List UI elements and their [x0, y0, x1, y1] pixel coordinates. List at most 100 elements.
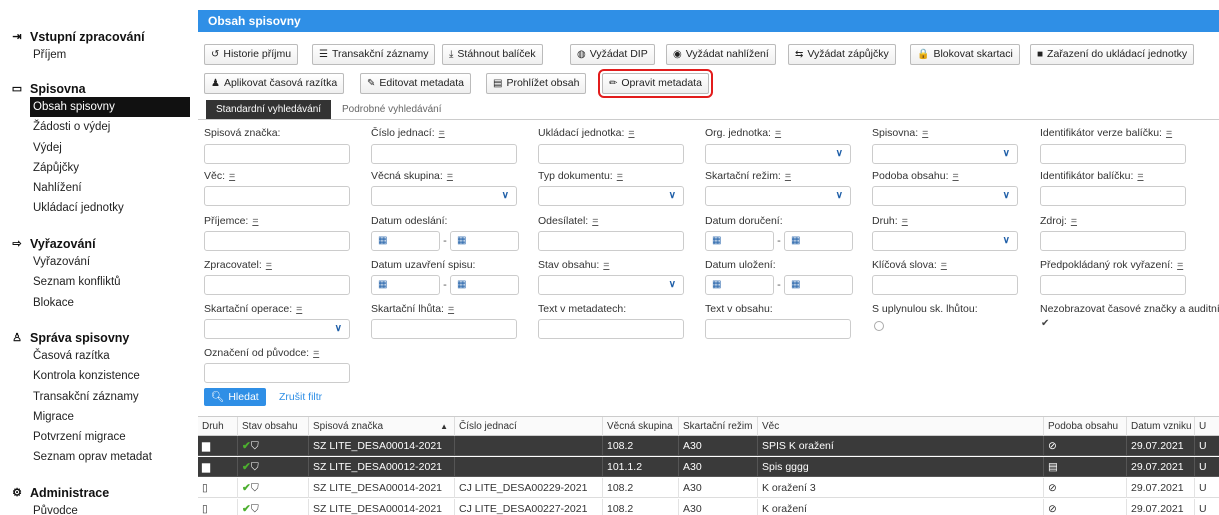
col-podoba-obsahu[interactable]: Podoba obsahu — [1044, 417, 1127, 437]
apply-timestamps-button[interactable]: ♟ Aplikovat časová razítka — [204, 73, 345, 94]
id-balicku-input[interactable] — [1040, 186, 1186, 206]
datum-doruceni-from[interactable]: ▦ — [705, 231, 774, 251]
table-row[interactable]: ▆ ✔⛉ SZ LITE_DESA00012-2021 101.1.2 A30 … — [198, 457, 1219, 477]
sidebar-item-seznam-oprav-metadat[interactable]: Seznam oprav metadat — [0, 447, 190, 467]
zdroj-input[interactable] — [1040, 231, 1186, 251]
chevron-down-icon: ∨ — [1002, 190, 1010, 201]
sidebar-item-kontrola-konzistence[interactable]: Kontrola konzistence — [0, 366, 190, 386]
col-cislo-jednaci[interactable]: Číslo jednací — [455, 417, 603, 437]
sidebar-item-blokace[interactable]: Blokace — [0, 293, 190, 313]
col-skartacni-rezim[interactable]: Skartační režim — [679, 417, 758, 437]
klicova-slova-input[interactable] — [872, 275, 1018, 295]
request-loans-button[interactable]: ⇆ Vyžádat zápůjčky — [788, 44, 896, 65]
sidebar-item-puvodce[interactable]: Původce — [0, 501, 190, 515]
sidebar-item-vydej[interactable]: Výdej — [0, 138, 190, 158]
cell-skartacni-rezim: A30 — [679, 436, 758, 456]
podoba-obsahu-select[interactable]: ∨ — [872, 186, 1018, 206]
paper-document-icon: ▤ — [1044, 457, 1127, 477]
odesilatel-input[interactable] — [538, 231, 684, 251]
datum-ulozeni-from[interactable]: ▦ — [705, 275, 774, 295]
table-row[interactable]: ▆ ✔⛉ SZ LITE_DESA00014-2021 108.2 A30 SP… — [198, 436, 1219, 456]
sidebar-item-zapujcky[interactable]: Zápůjčky — [0, 158, 190, 178]
assign-storage-unit-button[interactable]: ■ Zařazení do ukládací jednotky — [1030, 44, 1195, 65]
label-cislo-jednaci: Číslo jednací: = — [371, 127, 445, 139]
sidebar-item-casova-razitka[interactable]: Časová razítka — [0, 346, 190, 366]
col-spisova-znacka[interactable]: Spisová značka ▲ — [309, 417, 455, 437]
tab-standard-search[interactable]: Standardní vyhledávání — [206, 100, 332, 119]
nezobrazovat-checkbox[interactable]: ✔ — [1041, 318, 1049, 329]
fix-metadata-button[interactable]: ✏ Opravit metadata — [598, 69, 713, 98]
skartacni-rezim-select[interactable]: ∨ — [705, 186, 851, 206]
skartacni-lhuta-input[interactable] — [371, 319, 517, 339]
prijemce-input[interactable] — [204, 231, 350, 251]
edit-metadata-button[interactable]: ✎ Editovat metadata — [360, 73, 472, 94]
sidebar-item-migrace[interactable]: Migrace — [0, 407, 190, 427]
label-typ-dokumentu: Typ dokumentu: = — [538, 170, 623, 182]
download-package-button[interactable]: ⤓ Stáhnout balíček — [442, 44, 543, 65]
table-row[interactable]: ▯ ✔⛉ SZ LITE_DESA00014-2021 CJ LITE_DESA… — [198, 478, 1219, 498]
monitor-icon: ▤ — [493, 78, 503, 89]
datum-uzavreni-to[interactable]: ▦ — [450, 275, 519, 295]
cell-vecna-skupina: 108.2 — [603, 499, 679, 515]
sidebar-item-seznam-konfliktu[interactable]: Seznam konfliktů — [0, 272, 190, 292]
oznaceni-puvodce-input[interactable] — [204, 363, 350, 383]
sidebar-heading-spisovna[interactable]: ▭ Spisovna — [0, 80, 190, 97]
document-icon: ▯ — [198, 499, 238, 515]
cislo-jednaci-input[interactable] — [371, 144, 517, 164]
text-metadata-input[interactable] — [538, 319, 684, 339]
col-stav-obsahu[interactable]: Stav obsahu — [238, 417, 309, 437]
col-datum-vzniku[interactable]: Datum vzniku — [1127, 417, 1195, 437]
sidebar-item-prijem[interactable]: Příjem — [0, 45, 190, 65]
sidebar-item-zadosti-o-vydej[interactable]: Žádosti o výdej — [0, 117, 190, 137]
sidebar-item-vyrazovani[interactable]: Vyřazování — [0, 252, 190, 272]
uplynulou-lhutou-toggle[interactable] — [874, 321, 884, 331]
sidebar-heading-sprava[interactable]: ♙ Správa spisovny — [0, 329, 190, 346]
datum-doruceni-to[interactable]: ▦ — [784, 231, 853, 251]
sort-asc-icon: ▲ — [440, 422, 448, 431]
tab-advanced-search[interactable]: Podrobné vyhledávání — [332, 100, 452, 119]
request-viewing-button[interactable]: ◉ Vyžádat nahlížení — [666, 44, 776, 65]
sidebar-heading-administrace[interactable]: ⚙ Administrace — [0, 484, 190, 501]
spisova-znacka-input[interactable] — [204, 144, 350, 164]
vec-input[interactable] — [204, 186, 350, 206]
zpracovatel-input[interactable] — [204, 275, 350, 295]
sidebar-item-potvrzeni-migrace[interactable]: Potvrzení migrace — [0, 427, 190, 447]
text-obsah-input[interactable] — [705, 319, 851, 339]
datum-ulozeni-to[interactable]: ▦ — [784, 275, 853, 295]
box-icon: ■ — [1037, 49, 1044, 60]
status-cell: ✔⛉ — [238, 478, 309, 498]
datum-uzavreni-from[interactable]: ▦ — [371, 275, 440, 295]
reset-filter-link[interactable]: Zrušit filtr — [279, 391, 322, 403]
cell-skartacni-rezim: A30 — [679, 499, 758, 515]
sidebar-item-obsah-spisovny[interactable]: Obsah spisovny — [30, 97, 190, 118]
sidebar-heading-vstupni[interactable]: ⇥ Vstupní zpracování — [0, 28, 190, 45]
vecna-skupina-select[interactable]: ∨ — [371, 186, 517, 206]
org-jednotka-select[interactable]: ∨ — [705, 144, 851, 164]
block-shredding-button[interactable]: 🔒 Blokovat skartaci — [910, 44, 1020, 65]
col-vecna-skupina[interactable]: Věcná skupina — [603, 417, 679, 437]
stav-obsahu-select[interactable]: ∨ — [538, 275, 684, 295]
druh-select[interactable]: ∨ — [872, 231, 1018, 251]
view-content-button[interactable]: ▤ Prohlížet obsah — [486, 73, 587, 94]
label-vecna-skupina: Věcná skupina: = — [371, 170, 453, 182]
skartacni-operace-select[interactable]: ∨ — [204, 319, 350, 339]
ukladaci-jednotka-input[interactable] — [538, 144, 684, 164]
request-dip-button[interactable]: ◍ Vyžádat DIP — [570, 44, 655, 65]
col-vec[interactable]: Věc — [758, 417, 1044, 437]
table-row[interactable]: ▯ ✔⛉ SZ LITE_DESA00014-2021 CJ LITE_DESA… — [198, 499, 1219, 515]
datum-odeslani-from[interactable]: ▦ — [371, 231, 440, 251]
col-druh[interactable]: Druh — [198, 417, 238, 437]
id-verze-balicku-input[interactable] — [1040, 144, 1186, 164]
datum-odeslani-to[interactable]: ▦ — [450, 231, 519, 251]
sidebar-item-nahlizeni[interactable]: Nahlížení — [0, 178, 190, 198]
col-u[interactable]: U — [1195, 417, 1219, 437]
spisovna-select[interactable]: ∨ — [872, 144, 1018, 164]
sidebar-item-ukladaci-jednotky[interactable]: Ukládací jednotky — [0, 198, 190, 218]
transaction-records-button[interactable]: ☰ Transakční záznamy — [312, 44, 436, 65]
search-button[interactable]: 🔍︎ Hledat — [204, 388, 266, 406]
history-button[interactable]: ↺ Historie příjmu — [204, 44, 299, 65]
sidebar-item-transakcni-zaznamy[interactable]: Transakční záznamy — [0, 387, 190, 407]
sidebar-heading-vyrazovani[interactable]: ⇨ Vyřazování — [0, 235, 190, 252]
predpokladany-rok-input[interactable] — [1040, 275, 1186, 295]
typ-dokumentu-select[interactable]: ∨ — [538, 186, 684, 206]
